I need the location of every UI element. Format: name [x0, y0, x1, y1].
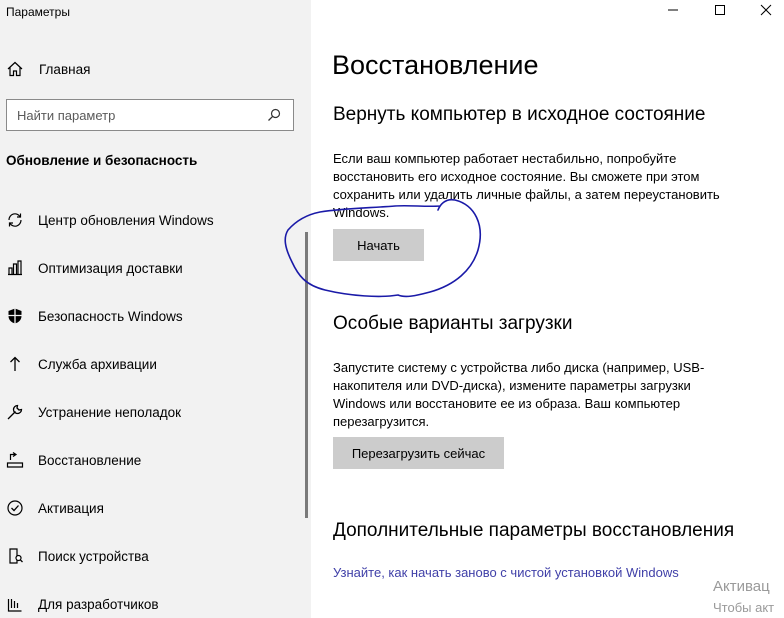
backup-arrow-icon [6, 355, 24, 373]
restart-now-button[interactable]: Перезагрузить сейчас [333, 437, 504, 469]
minimize-icon [667, 3, 679, 21]
sidebar-item-label: Служба архивации [38, 356, 157, 372]
sidebar-item-label: Безопасность Windows [38, 308, 183, 324]
sidebar-item-developers[interactable]: Для разработчиков [6, 592, 296, 616]
sidebar-item-recovery[interactable]: Восстановление [6, 448, 296, 472]
sidebar-item-windows-update[interactable]: Центр обновления Windows [6, 208, 296, 232]
sidebar-item-windows-security[interactable]: Безопасность Windows [6, 304, 296, 328]
recovery-icon [6, 451, 24, 469]
minimize-button[interactable] [663, 2, 683, 22]
sidebar-item-home[interactable]: Главная [6, 60, 90, 78]
wrench-icon [6, 403, 24, 421]
sidebar-item-troubleshoot[interactable]: Устранение неполадок [6, 400, 296, 424]
activation-watermark-title: Активац [713, 578, 770, 595]
window-title: Параметры [6, 5, 70, 19]
sidebar-item-label: Для разработчиков [38, 596, 159, 612]
search-box[interactable] [6, 99, 294, 131]
sidebar-item-label: Устранение неполадок [38, 404, 182, 420]
sidebar-item-find-device[interactable]: Поиск устройства [6, 544, 296, 568]
close-icon [760, 3, 772, 21]
sidebar-item-activation[interactable]: Активация [6, 496, 296, 520]
search-icon[interactable] [265, 106, 283, 124]
maximize-icon [714, 3, 726, 21]
section-title: Обновление и безопасность [6, 153, 198, 168]
sidebar-scrollbar[interactable] [305, 232, 308, 518]
sidebar-item-label: Активация [38, 500, 104, 516]
maximize-button[interactable] [710, 2, 730, 22]
sidebar-item-label: Восстановление [38, 452, 142, 468]
sidebar-item-label: Главная [39, 61, 91, 77]
sync-icon [6, 211, 24, 229]
more-recovery-heading: Дополнительные параметры восстановления [333, 520, 735, 541]
activation-check-icon [6, 499, 24, 517]
sidebar-item-label: Поиск устройства [38, 548, 149, 564]
reset-heading: Вернуть компьютер в исходное состояние [333, 104, 706, 125]
advanced-startup-heading: Особые варианты загрузки [333, 313, 573, 334]
close-button[interactable] [756, 2, 776, 22]
sidebar: Параметры Главная Обновление и безопасно… [0, 0, 311, 618]
delivery-icon [6, 259, 24, 277]
home-icon [6, 60, 24, 78]
advanced-startup-description: Запустите систему с устройства либо диск… [333, 360, 705, 429]
sidebar-item-delivery-optimization[interactable]: Оптимизация доставки [6, 256, 296, 280]
developer-icon [6, 595, 24, 613]
sidebar-item-backup[interactable]: Служба архивации [6, 352, 296, 376]
sidebar-item-label: Оптимизация доставки [38, 260, 183, 276]
clean-install-link[interactable]: Узнайте, как начать заново с чистой уста… [333, 565, 679, 580]
activation-watermark-text: Чтобы акт [713, 600, 775, 615]
sidebar-item-label: Центр обновления Windows [38, 212, 214, 228]
main-content: Восстановление Вернуть компьютер в исход… [311, 0, 784, 618]
shield-icon [6, 307, 24, 325]
search-input[interactable] [17, 107, 257, 123]
start-reset-button[interactable]: Начать [333, 229, 424, 261]
find-device-icon [6, 547, 24, 565]
page-title: Восстановление [332, 50, 539, 80]
reset-description: Если ваш компьютер работает нестабильно,… [333, 151, 720, 220]
